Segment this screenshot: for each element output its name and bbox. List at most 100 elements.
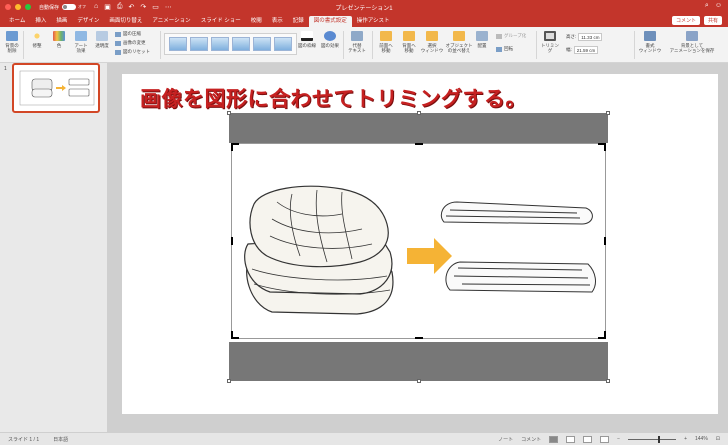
tab-slideshow[interactable]: スライド ショー [196, 16, 246, 27]
resize-handle-bottom[interactable] [417, 379, 421, 383]
crop-handle-top-right[interactable] [598, 143, 606, 151]
width-input[interactable]: 21.59 cm [573, 46, 598, 54]
tab-draw[interactable]: 描画 [51, 16, 72, 27]
comments-button[interactable]: コメント [521, 436, 541, 443]
tab-tell-me[interactable]: 操作アシスト [352, 16, 395, 27]
arrange-objects-button[interactable]: オブジェクト の並べ替え [446, 31, 473, 53]
format-pane-button[interactable]: 書式 ウィンドウ [638, 31, 662, 53]
height-input[interactable]: 11.33 cm [578, 33, 603, 41]
selection-pane-button[interactable]: 選択 ウィンドウ [421, 31, 443, 53]
width-control: 幅: 21.59 cm [566, 46, 598, 54]
picture-style-2[interactable] [190, 37, 208, 51]
picture-style-6[interactable] [274, 37, 292, 51]
resize-handle-top-right[interactable] [606, 111, 610, 115]
remove-background-button[interactable]: 背景の 削除 [3, 31, 21, 53]
zoom-level[interactable]: 144% [695, 436, 708, 442]
resize-handle-bottom-left[interactable] [227, 379, 231, 383]
format-pane-icon [644, 31, 656, 41]
tab-record[interactable]: 記録 [288, 16, 309, 27]
slide-title[interactable]: 画像を図形に合わせてトリミングする。 [140, 83, 527, 113]
crop-handle-bottom-left[interactable] [231, 331, 239, 339]
resize-handle-top[interactable] [417, 111, 421, 115]
minimize-window-button[interactable] [15, 4, 21, 10]
tab-animations[interactable]: アニメーション [147, 16, 195, 27]
picture-style-4[interactable] [232, 37, 250, 51]
corrections-button[interactable]: 修整 [28, 31, 46, 48]
zoom-window-button[interactable] [25, 4, 31, 10]
window-controls [5, 4, 31, 10]
search-icon[interactable]: ⌕ [705, 2, 709, 10]
effects-icon [324, 31, 336, 41]
fit-slide-icon[interactable]: ⊡ [716, 436, 720, 442]
slideshow-view-button[interactable] [600, 435, 610, 443]
height-control: 高さ: 11.33 cm [566, 33, 603, 41]
picture-effects-button[interactable]: 図の効果 [320, 31, 340, 48]
save-icon[interactable]: ▣ [104, 3, 111, 11]
zoom-slider[interactable] [628, 435, 677, 443]
picture-style-1[interactable] [169, 37, 187, 51]
picture[interactable] [231, 143, 606, 339]
change-picture-button[interactable]: 画像の変更 [115, 40, 146, 46]
language-indicator[interactable]: 日本語 [53, 436, 68, 443]
cropped-area-bottom[interactable] [229, 342, 608, 381]
crop-label: トリミング [541, 43, 559, 53]
tab-transitions[interactable]: 画面切り替え [104, 16, 147, 27]
normal-view-button[interactable] [549, 435, 559, 443]
crop-handle-top-left[interactable] [231, 143, 239, 151]
crop-handle-top[interactable] [415, 143, 423, 145]
notes-button[interactable]: ノート [498, 436, 513, 443]
crop-button[interactable]: トリミング [540, 31, 560, 53]
picture-styles-gallery[interactable] [164, 33, 297, 55]
picture-border-button[interactable]: 図の枠線 [297, 31, 317, 48]
crop-handle-left[interactable] [231, 237, 233, 245]
more-icon[interactable]: ⋯ [165, 3, 172, 11]
alt-text-button[interactable]: 代替 テキスト [347, 31, 367, 53]
present-icon[interactable]: ▭ [152, 3, 159, 11]
ribbon-divider [536, 31, 537, 59]
undo-icon[interactable]: ↶ [128, 3, 134, 11]
compress-pictures-button[interactable]: 図の圧縮 [115, 31, 141, 37]
rotate-icon [496, 46, 502, 52]
bring-forward-button[interactable]: 前面へ 移動 [376, 31, 396, 53]
comment-button[interactable]: コメント [671, 16, 700, 25]
slide-thumbnail[interactable] [12, 63, 100, 113]
crop-handle-bottom[interactable] [415, 337, 423, 339]
picture-style-5[interactable] [253, 37, 271, 51]
color-icon [53, 31, 65, 41]
tab-picture-format[interactable]: 図の書式設定 [308, 16, 352, 27]
resize-handle-top-left[interactable] [227, 111, 231, 115]
align-button[interactable]: 配置 [474, 31, 490, 48]
account-icon[interactable]: ☺ [715, 2, 722, 10]
rotate-button[interactable]: 回転 [496, 46, 513, 52]
slide-sorter-view-button[interactable] [566, 435, 576, 443]
reading-view-button[interactable] [583, 435, 593, 443]
tab-design[interactable]: デザイン [72, 16, 104, 27]
zoom-in-icon[interactable]: + [684, 436, 687, 442]
transparency-button[interactable]: 透明度 [93, 31, 111, 48]
color-button[interactable]: 色 [52, 31, 66, 48]
share-button[interactable]: 共有 [703, 16, 722, 25]
tab-view[interactable]: 表示 [267, 16, 288, 27]
zoom-out-icon[interactable]: − [617, 436, 620, 442]
redo-icon[interactable]: ↷ [140, 3, 146, 11]
status-bar: スライド 1 / 1 日本語 ノート コメント − + 144% ⊡ [0, 432, 728, 445]
title-right-icons: ⌕ ☺ [705, 2, 722, 10]
zoom-slider-knob[interactable] [658, 435, 661, 443]
tab-review[interactable]: 校閲 [246, 16, 267, 27]
cropped-area-top[interactable] [229, 113, 608, 143]
crop-handle-bottom-right[interactable] [598, 331, 606, 339]
artistic-effects-button[interactable]: アート 効果 [72, 31, 90, 53]
home-icon[interactable]: ⌂ [94, 3, 98, 11]
resize-handle-bottom-right[interactable] [606, 379, 610, 383]
tab-home[interactable]: ホーム [4, 16, 30, 27]
autosave-toggle[interactable] [62, 4, 77, 10]
print-icon[interactable]: ⎙ [117, 3, 123, 11]
crop-handle-right[interactable] [604, 237, 606, 245]
close-window-button[interactable] [5, 4, 11, 10]
reset-picture-button[interactable]: 図のリセット [115, 49, 150, 55]
group-button[interactable]: グループ化 [496, 33, 526, 39]
save-as-background-button[interactable]: 背景として アニメーションを保存 [670, 31, 714, 53]
picture-style-3[interactable] [211, 37, 229, 51]
send-backward-button[interactable]: 背面へ 移動 [399, 31, 419, 53]
tab-insert[interactable]: 挿入 [30, 16, 51, 27]
